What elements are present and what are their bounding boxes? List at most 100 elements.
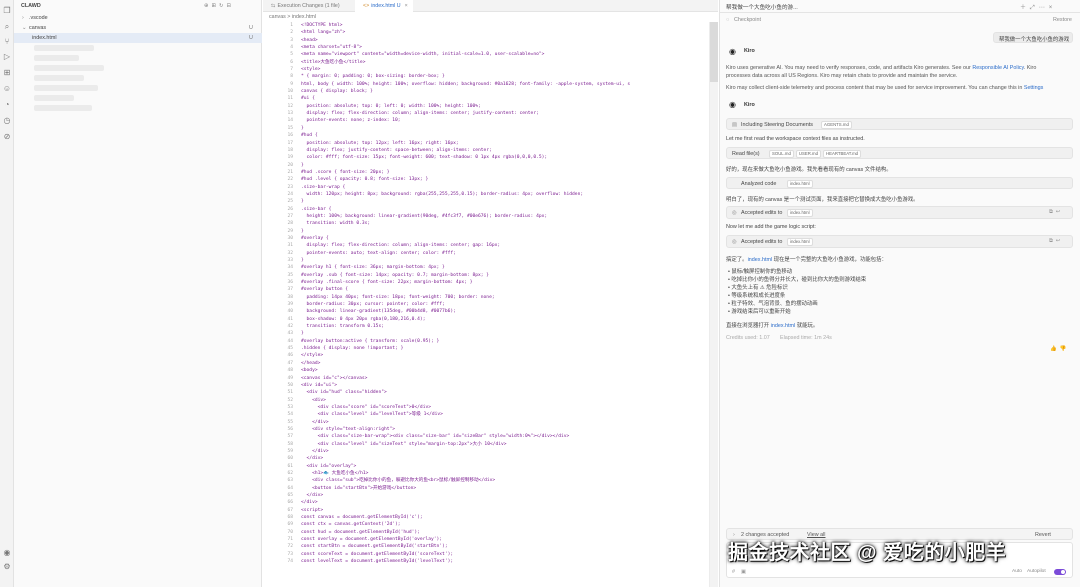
source-control-icon[interactable]: ⑂ [2, 37, 12, 47]
code-line[interactable]: 4 <meta charset="utf-8"> [263, 44, 709, 51]
code-line[interactable]: 56 <div style="text-align:right"> [263, 426, 709, 433]
chat-header-actions-icon[interactable]: ＋⤢⋯× [1020, 2, 1056, 12]
accepted-edits-card[interactable]: ◎ Accepted edits to index.html ⧉↩ [726, 206, 1073, 219]
accepted-edits-card-2[interactable]: ◎ Accepted edits to index.html ⧉↩ [726, 235, 1073, 248]
code-line[interactable]: 43} [263, 330, 709, 337]
tab-index-html[interactable]: <> index.html U × [355, 0, 413, 12]
code-line[interactable]: 33} [263, 257, 709, 264]
code-line[interactable]: 36 #overlay .final-score { font-size: 22p… [263, 279, 709, 286]
file-chip[interactable]: index.html [787, 180, 813, 188]
attach-icon[interactable]: # [732, 569, 735, 575]
diff-actions-icon[interactable]: ⧉↩ [1049, 209, 1063, 216]
explorer-icon[interactable]: ❐ [2, 6, 12, 16]
file-chip[interactable]: HEARTBEAT.md [822, 150, 862, 158]
code-line[interactable]: 5 <meta name="viewport" content="width=de… [263, 51, 709, 58]
steering-chip[interactable]: AGENTS.md [821, 121, 852, 129]
minimap[interactable] [709, 22, 718, 587]
model-selector[interactable]: Auto [1012, 569, 1022, 574]
code-line[interactable]: 22 #hud .level { opacity: 0.8; font-size:… [263, 176, 709, 183]
settings-link[interactable]: Settings [1024, 85, 1043, 91]
chat-header-title[interactable]: 帮我做一个大鱼吃小鱼的游... [726, 3, 798, 11]
responsible-ai-link[interactable]: Responsible AI Policy [972, 65, 1023, 71]
steering-docs-card[interactable]: ▤ Including Steering Documents AGENTS.md [726, 118, 1073, 130]
code-line[interactable]: 65 </div> [263, 492, 709, 499]
code-line[interactable]: 35 #overlay .sub { font-size: 14px; opaci… [263, 272, 709, 279]
tree-item-index-html[interactable]: index.html U [14, 33, 262, 43]
file-link[interactable]: index.html [748, 257, 773, 263]
code-line[interactable]: 70 const hud = document.getElementById('h… [263, 529, 709, 536]
code-line[interactable]: 19 color: #fff; font-size: 15px; font-we… [263, 154, 709, 161]
code-line[interactable]: 52 <div> [263, 397, 709, 404]
debug-icon[interactable]: ▷ [2, 52, 12, 62]
tree-item-canvas[interactable]: ⌄ canvas U [14, 23, 262, 33]
code-line[interactable]: 44 #overlay button:active { transform: sc… [263, 338, 709, 345]
code-line[interactable]: 50 <div id="ui"> [263, 382, 709, 389]
remote-icon[interactable]: ⊘ [2, 132, 12, 142]
search-icon[interactable]: ⌕ [2, 22, 12, 32]
read-files-card[interactable]: Read file(s) SOUL.md USER.md HEARTBEAT.md [726, 147, 1073, 159]
code-line[interactable]: 46 </style> [263, 352, 709, 359]
code-line[interactable]: 6 <title>大鱼吃小鱼</title> [263, 59, 709, 66]
code-line[interactable]: 40 background: linear-gradient(135deg, #… [263, 308, 709, 315]
kiro-icon[interactable]: ☺ [2, 84, 12, 94]
code-line[interactable]: 58 <div class="level" id="sizeText" styl… [263, 441, 709, 448]
account-icon[interactable]: ◉ [2, 548, 12, 558]
history-icon[interactable]: ◷ [2, 116, 12, 126]
file-chip[interactable]: USER.md [795, 150, 821, 158]
explorer-actions-icon[interactable]: ⊕⊞↻⊟ [204, 1, 234, 11]
code-line[interactable]: 55 </div> [263, 419, 709, 426]
code-line[interactable]: 16 #hud { [263, 132, 709, 139]
code-line[interactable]: 38 padding: 14px 40px; font-size: 18px; … [263, 294, 709, 301]
code-line[interactable]: 7 <style> [263, 66, 709, 73]
code-line[interactable]: 25} [263, 198, 709, 205]
code-line[interactable]: 24 width: 120px; height: 8px; background… [263, 191, 709, 198]
code-line[interactable]: 68 const canvas = document.getElementById… [263, 514, 709, 521]
code-line[interactable]: 39 border-radius: 30px; cursor: pointer;… [263, 301, 709, 308]
code-line[interactable]: 74 const levelText = document.getElementB… [263, 558, 709, 565]
code-line[interactable]: 1 <!DOCTYPE html> [263, 22, 709, 29]
code-line[interactable]: 14 pointer-events: none; z-index: 10; [263, 117, 709, 124]
code-line[interactable]: 10 canvas { display: block; } [263, 88, 709, 95]
code-line[interactable]: 21 #hud .score { font-size: 20px; } [263, 169, 709, 176]
image-icon[interactable]: ▣ [741, 569, 746, 575]
breadcrumb[interactable]: canvas > index.html [269, 14, 316, 20]
code-line[interactable]: 71 const overlay = document.getElementByI… [263, 536, 709, 543]
code-line[interactable]: 42 transition: transform 0.15s; [263, 323, 709, 330]
code-line[interactable]: 27 height: 100%; background: linear-grad… [263, 213, 709, 220]
code-line[interactable]: 69 const ctx = canvas.getContext('2d'); [263, 521, 709, 528]
code-line[interactable]: 45 .hidden { display: none !important; } [263, 345, 709, 352]
code-line[interactable]: 41 box-shadow: 0 4px 20px rgba(0,180,216… [263, 316, 709, 323]
code-line[interactable]: 57 <div class="size-bar-wrap"><div class… [263, 433, 709, 440]
code-line[interactable]: 62 <h1>🐟 大鱼吃小鱼</h1> [263, 470, 709, 477]
code-line[interactable]: 51 <div id="hud" class="hidden"> [263, 389, 709, 396]
analyzed-code-card[interactable]: Analyzed code index.html [726, 177, 1073, 189]
code-line[interactable]: 37 #overlay button { [263, 286, 709, 293]
code-line[interactable]: 31 display: flex; flex-direction: column… [263, 242, 709, 249]
code-line[interactable]: 28 transition: width 0.3s; [263, 220, 709, 227]
code-line[interactable]: 61 <div id="overlay"> [263, 463, 709, 470]
code-line[interactable]: 59 </div> [263, 448, 709, 455]
code-line[interactable]: 49 <canvas id="c"></canvas> [263, 375, 709, 382]
autopilot-toggle[interactable] [1054, 569, 1066, 575]
file-link[interactable]: index.html [771, 323, 796, 329]
code-line[interactable]: 9 html, body { width: 100%; height: 100%;… [263, 81, 709, 88]
minimap-slider[interactable] [710, 22, 718, 82]
code-line[interactable]: 72 const startBtn = document.getElementBy… [263, 543, 709, 550]
code-line[interactable]: 23 .size-bar-wrap { [263, 184, 709, 191]
code-line[interactable]: 26 .size-bar { [263, 206, 709, 213]
code-editor[interactable]: 1 <!DOCTYPE html> 2 <html lang="zh"> 3 <head>… [263, 22, 709, 587]
code-line[interactable]: 2 <html lang="zh"> [263, 29, 709, 36]
code-line[interactable]: 66 </div> [263, 499, 709, 506]
code-line[interactable]: 20} [263, 162, 709, 169]
code-line[interactable]: 15} [263, 125, 709, 132]
code-line[interactable]: 63 <div class="sub">吃掉比你小的鱼，躲避比你大的鱼<br>鼠… [263, 477, 709, 484]
code-line[interactable]: 64 <button id="startBtn">开始游戏</button> [263, 485, 709, 492]
code-line[interactable]: 73 const scoreText = document.getElementB… [263, 551, 709, 558]
ghost-icon[interactable]: ◔ [2, 100, 12, 110]
code-line[interactable]: 8 * { margin: 0; padding: 0; box-sizing: … [263, 73, 709, 80]
tree-item-vscode[interactable]: › .vscode [14, 13, 262, 23]
code-line[interactable]: 32 pointer-events: auto; text-align: cen… [263, 250, 709, 257]
code-line[interactable]: 17 position: absolute; top: 12px; left: … [263, 140, 709, 147]
code-line[interactable]: 48 <body> [263, 367, 709, 374]
close-icon[interactable]: × [405, 3, 408, 9]
